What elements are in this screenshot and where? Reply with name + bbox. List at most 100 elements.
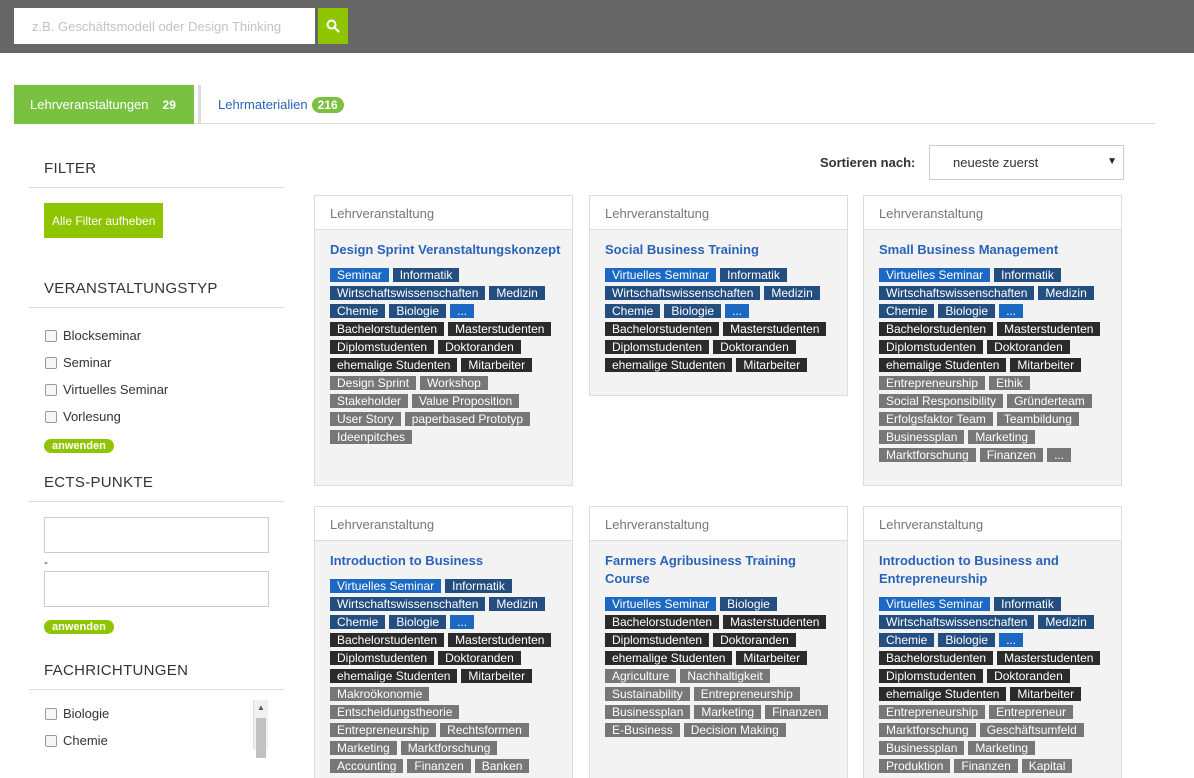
apply-type-button[interactable]: anwenden [44,439,114,453]
tag[interactable]: Biologie [389,304,447,318]
tab-lehrmaterialien[interactable]: Lehrmaterialien 216 [218,85,344,124]
tag[interactable]: Virtuelles Seminar [879,597,991,611]
tag[interactable]: Bachelorstudenten [605,322,720,336]
tag[interactable]: Entrepreneurship [693,687,800,701]
card-title-link[interactable]: Small Business Management [879,241,1111,259]
tag[interactable]: Doktoranden [987,669,1070,683]
tag[interactable]: Nachhaltigkeit [680,669,770,683]
tag[interactable]: Entrepreneurship [879,376,986,390]
tag[interactable]: Entrepreneurship [879,705,986,719]
checkbox[interactable] [45,707,57,720]
tag[interactable]: Finanzen [765,705,829,719]
tag[interactable]: Wirtschaftswissenschaften [330,286,486,300]
type-checkbox-virtuelles-seminar[interactable]: Virtuelles Seminar [45,376,284,403]
tag[interactable]: Informatik [392,268,460,282]
tag[interactable]: Design Sprint [330,376,417,390]
tag[interactable]: Medizin [764,286,820,300]
tag[interactable]: ehemalige Studenten [330,669,458,683]
tag[interactable]: Mitarbeiter [736,358,808,372]
tag[interactable]: Masterstudenten [723,322,827,336]
tag[interactable]: Ideenpitches [330,430,413,444]
type-checkbox-vorlesung[interactable]: Vorlesung [45,403,284,430]
card-title-link[interactable]: Introduction to Business and Entrepreneu… [879,552,1111,588]
tag[interactable]: Doktoranden [438,340,521,354]
tag[interactable]: ... [999,304,1024,318]
tag[interactable]: Doktoranden [713,633,796,647]
tag[interactable]: Banken [474,759,530,773]
tag[interactable]: E-Business [605,723,680,737]
tag[interactable]: Entrepreneurship [330,723,437,737]
tag[interactable]: Finanzen [954,759,1018,773]
tag[interactable]: Chemie [330,615,386,629]
tag[interactable]: Biologie [938,304,996,318]
tag[interactable]: Mitarbeiter [461,669,533,683]
tag[interactable]: Doktoranden [987,340,1070,354]
tag[interactable]: Gründerteam [1007,394,1092,408]
tag[interactable]: Diplomstudenten [605,633,710,647]
tag[interactable]: Medizin [489,597,545,611]
tag[interactable]: Informatik [445,579,512,593]
tag[interactable]: Kapital [1021,759,1073,773]
tag[interactable]: Entrepreneur [989,705,1074,719]
tag[interactable]: Bachelorstudenten [330,633,445,647]
tag[interactable]: ... [999,633,1024,647]
tag[interactable]: Marktforschung [400,741,498,755]
tag[interactable]: Masterstudenten [723,615,827,629]
sort-select[interactable]: neueste zuerst ▼ [929,145,1124,180]
card-title-link[interactable]: Introduction to Business [330,552,562,570]
tag[interactable]: Produktion [879,759,951,773]
tag[interactable]: Medizin [489,286,545,300]
tag[interactable]: ... [450,304,475,318]
tag[interactable]: Mitarbeiter [1010,358,1082,372]
tag[interactable]: Mitarbeiter [461,358,533,372]
tag[interactable]: Businessplan [605,705,691,719]
tag[interactable]: Decision Making [683,723,786,737]
tag[interactable]: Chemie [330,304,386,318]
tag[interactable]: Businessplan [879,430,965,444]
field-list-scrollbar[interactable]: ▲ [253,700,268,758]
type-checkbox-seminar[interactable]: Seminar [45,349,284,376]
tag[interactable]: Marketing [968,741,1036,755]
tag[interactable]: ... [450,615,475,629]
tag[interactable]: Masterstudenten [448,322,552,336]
tag[interactable]: Diplomstudenten [330,340,435,354]
tag[interactable]: Makroökonomie [330,687,430,701]
search-input[interactable] [14,8,315,44]
field-checkbox-chemie[interactable]: Chemie [45,727,284,754]
tag[interactable]: Diplomstudenten [330,651,435,665]
tag[interactable]: Mitarbeiter [1010,687,1082,701]
tag[interactable]: Chemie [605,304,661,318]
tag[interactable]: Biologie [938,633,996,647]
tag[interactable]: Marketing [968,430,1036,444]
checkbox[interactable] [45,329,57,342]
apply-ects-button[interactable]: anwenden [44,620,114,634]
tag[interactable]: Informatik [994,268,1061,282]
clear-filters-button[interactable]: Alle Filter aufheben [44,203,164,238]
tag[interactable]: Sustainability [605,687,690,701]
tag[interactable]: Doktoranden [438,651,521,665]
checkbox[interactable] [45,734,57,747]
tag[interactable]: Wirtschaftswissenschaften [879,615,1035,629]
tag[interactable]: Biologie [664,304,722,318]
tag[interactable]: Marketing [694,705,762,719]
tag[interactable]: Masterstudenten [997,651,1101,665]
search-button[interactable] [318,8,348,44]
ects-max-input[interactable] [44,571,269,607]
tag[interactable]: Virtuelles Seminar [330,579,442,593]
tag[interactable]: paperbased Prototyp [404,412,531,426]
tag[interactable]: Doktoranden [713,340,796,354]
tag[interactable]: Value Proposition [412,394,520,408]
tag[interactable]: Virtuelles Seminar [605,597,717,611]
tag[interactable]: Finanzen [407,759,471,773]
tag[interactable]: Medizin [1038,615,1094,629]
tag[interactable]: Masterstudenten [997,322,1101,336]
tag[interactable]: Wirtschaftswissenschaften [330,597,486,611]
tag[interactable]: Rechtsformen [440,723,529,737]
tag[interactable]: Bachelorstudenten [330,322,445,336]
tag[interactable]: Medizin [1038,286,1094,300]
tag[interactable]: Diplomstudenten [605,340,710,354]
card-title-link[interactable]: Social Business Training [605,241,837,259]
tag[interactable]: Bachelorstudenten [879,651,994,665]
tag[interactable]: Diplomstudenten [879,669,984,683]
tag[interactable]: Marketing [330,741,397,755]
